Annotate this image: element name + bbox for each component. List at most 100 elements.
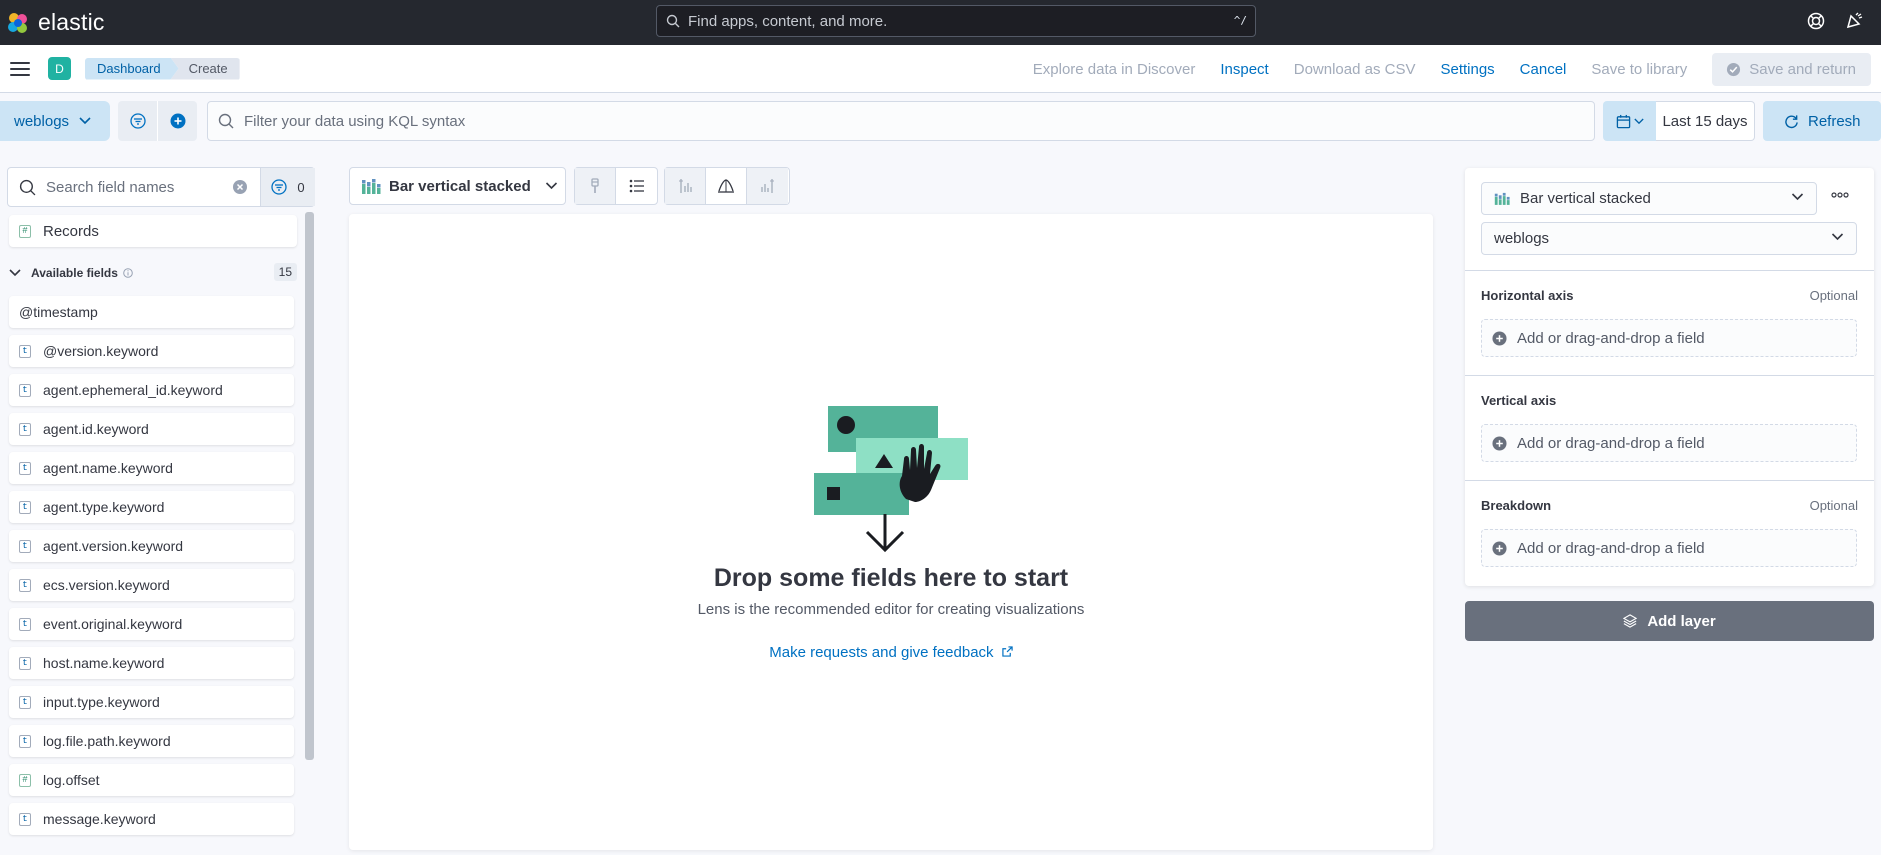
breakdown-add-label: Add or drag-and-drop a field — [1517, 539, 1705, 557]
field-list-item[interactable]: t agent.id.keyword — [9, 413, 294, 445]
layer-chart-type-label: Bar vertical stacked — [1520, 190, 1651, 207]
vertical-axis-label: Vertical axis — [1481, 393, 1557, 408]
field-name: @timestamp — [19, 304, 98, 320]
horizontal-axis-label: Horizontal axis — [1481, 288, 1574, 303]
string-type-icon: t — [19, 656, 31, 670]
layer-data-view-select[interactable]: weblogs — [1481, 222, 1857, 255]
field-search-input[interactable]: Search field names 0 — [7, 167, 315, 207]
search-icon — [666, 14, 680, 28]
available-fields-header[interactable]: Available fields 15 — [9, 262, 297, 284]
chevron-down-icon — [1633, 118, 1644, 124]
space-avatar[interactable]: D — [48, 57, 71, 80]
field-list-item[interactable]: # log.offset — [9, 764, 294, 796]
global-search-input[interactable]: Find apps, content, and more. ^/ — [656, 5, 1256, 37]
download-csv-link[interactable]: Download as CSV — [1294, 61, 1416, 78]
horizontal-axis-add-field[interactable]: Add or drag-and-drop a field — [1481, 319, 1857, 357]
data-view-label: weblogs — [14, 112, 70, 130]
help-icon[interactable] — [1807, 12, 1825, 30]
bottom-axis-button[interactable] — [706, 168, 747, 204]
global-header: elastic Find apps, content, and more. ^/ — [0, 0, 1881, 45]
field-list-item[interactable]: t agent.name.keyword — [9, 452, 294, 484]
inspect-link[interactable]: Inspect — [1220, 61, 1268, 78]
field-name: log.file.path.keyword — [43, 733, 171, 749]
field-list-item[interactable]: t agent.version.keyword — [9, 530, 294, 562]
left-axis-button[interactable] — [665, 168, 706, 204]
field-list-item[interactable]: @timestamp — [9, 296, 1624, 328]
newsfeed-icon[interactable] — [1845, 12, 1863, 30]
field-list-item[interactable]: t log.file.path.keyword — [9, 725, 294, 757]
breakdown-optional: Optional — [1809, 498, 1858, 513]
menu-toggle-button[interactable] — [10, 59, 30, 79]
add-layer-label: Add layer — [1647, 612, 1716, 630]
external-link-icon — [1002, 646, 1013, 657]
add-layer-button[interactable]: Add layer — [1465, 601, 1874, 641]
string-type-icon: t — [19, 539, 31, 553]
horizontal-axis-add-label: Add or drag-and-drop a field — [1517, 329, 1705, 347]
refresh-button[interactable]: Refresh — [1763, 101, 1881, 141]
plus-circle-icon — [1492, 330, 1507, 346]
field-name: log.offset — [43, 772, 100, 788]
display-options-group — [574, 167, 658, 205]
filter-icon — [129, 113, 146, 129]
kql-query-input[interactable]: Filter your data using KQL syntax — [207, 101, 1595, 141]
time-range-label[interactable]: Last 15 days — [1656, 101, 1755, 141]
field-type-filter-button[interactable]: 0 — [260, 168, 315, 206]
field-list-item[interactable]: t ecs.version.keyword — [9, 569, 294, 601]
breakdown-add-field[interactable]: Add or drag-and-drop a field — [1481, 529, 1857, 567]
chevron-down-icon — [1791, 193, 1804, 201]
empty-state-title: Drop some fields here to start — [713, 564, 1069, 592]
field-list-item[interactable]: t agent.ephemeral_id.keyword — [9, 374, 294, 406]
chevron-down-icon — [545, 182, 557, 190]
elastic-logo[interactable]: elastic — [6, 0, 105, 45]
settings-link[interactable]: Settings — [1440, 61, 1494, 78]
empty-state-subtitle: Lens is the recommended editor for creat… — [697, 601, 1085, 618]
visualization-type-switcher[interactable]: Bar vertical stacked — [349, 167, 566, 205]
field-list-item[interactable]: t message.keyword — [9, 803, 294, 835]
filter-icon — [271, 179, 288, 195]
layer-chart-type-select[interactable]: Bar vertical stacked — [1481, 182, 1817, 215]
field-list-item[interactable]: t agent.type.keyword — [9, 491, 294, 523]
available-fields-label: Available fields — [31, 266, 118, 280]
workspace-drop-zone[interactable]: Drop some fields here to start Lens is t… — [349, 214, 1433, 850]
explore-in-discover-link[interactable]: Explore data in Discover — [1033, 61, 1196, 78]
field-name: agent.id.keyword — [43, 421, 149, 437]
data-view-picker[interactable]: weblogs — [0, 101, 110, 141]
field-list-item[interactable]: t event.original.keyword — [9, 608, 294, 640]
filter-menu-button[interactable] — [118, 101, 157, 141]
legend-options-button[interactable] — [616, 168, 657, 204]
field-list-item[interactable]: t host.name.keyword — [9, 647, 294, 679]
quick-date-menu-button[interactable] — [1603, 101, 1656, 141]
available-fields-count: 15 — [273, 263, 297, 281]
cancel-link[interactable]: Cancel — [1520, 61, 1567, 78]
bar-chart-icon — [362, 179, 381, 194]
save-and-return-label: Save and return — [1749, 60, 1856, 78]
more-actions-icon[interactable] — [1831, 192, 1849, 198]
field-name: host.name.keyword — [43, 655, 165, 671]
vertical-axis-add-field[interactable]: Add or drag-and-drop a field — [1481, 424, 1857, 462]
save-to-library-link[interactable]: Save to library — [1591, 61, 1687, 78]
string-type-icon: t — [19, 695, 31, 709]
field-list-scrollbar[interactable] — [305, 212, 314, 760]
field-name: event.original.keyword — [43, 616, 183, 632]
field-list-item[interactable]: t @version.keyword — [9, 335, 294, 367]
drag-drop-illustration — [814, 406, 968, 553]
add-filter-button[interactable] — [158, 101, 197, 141]
records-field[interactable]: # Records — [9, 215, 297, 247]
right-axis-icon — [760, 179, 774, 193]
feedback-link[interactable]: Make requests and give feedback — [349, 644, 1433, 661]
string-type-icon: t — [19, 344, 31, 358]
field-list-item[interactable]: t input.type.keyword — [9, 686, 294, 718]
breakdown-label: Breakdown — [1481, 498, 1552, 513]
clear-search-icon[interactable] — [232, 179, 248, 195]
kql-placeholder: Filter your data using KQL syntax — [244, 112, 466, 130]
appearance-options-button[interactable] — [575, 168, 616, 204]
string-type-icon: t — [19, 461, 31, 475]
calendar-icon — [1616, 114, 1630, 128]
right-axis-button[interactable] — [747, 168, 788, 204]
chevron-down-icon — [9, 269, 21, 277]
field-name: agent.type.keyword — [43, 499, 165, 515]
info-icon[interactable] — [123, 268, 133, 278]
save-and-return-button[interactable]: Save and return — [1712, 52, 1871, 86]
breadcrumb-dashboard[interactable]: Dashboard — [85, 58, 179, 80]
layer-data-view-label: weblogs — [1494, 230, 1550, 247]
